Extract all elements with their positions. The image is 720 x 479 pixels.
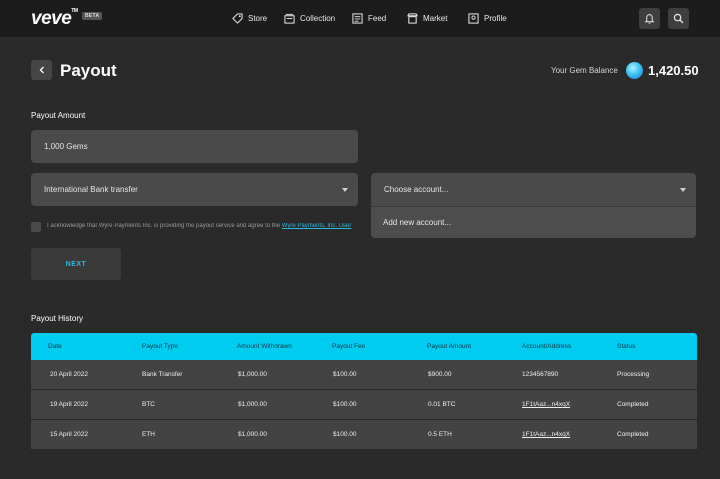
logo-trademark: TM <box>71 8 78 14</box>
gem-balance-label: Your Gem Balance <box>551 66 618 75</box>
table-row[interactable]: 19 April 2022 BTC $1,000.00 $100.00 0.01… <box>31 390 697 420</box>
cell-status: Processing <box>617 371 650 378</box>
notifications-button[interactable] <box>639 8 660 29</box>
table-row[interactable]: 15 April 2022 ETH $1,000.00 $100.00 0.5 … <box>31 420 697 450</box>
column-header-account-address: Account/Address <box>522 343 572 350</box>
chevron-down-icon <box>680 187 686 192</box>
chevron-down-icon <box>342 187 348 192</box>
back-button[interactable] <box>31 60 52 80</box>
cell-amount-withdrawn: $1,000.00 <box>238 401 267 408</box>
nav-store[interactable]: Store <box>232 0 267 37</box>
page-title: Payout <box>60 61 117 80</box>
nav-collection[interactable]: Collection <box>284 0 335 37</box>
payout-method-select[interactable]: International Bank transfer <box>31 173 358 206</box>
cell-status: Completed <box>617 401 649 408</box>
cell-date: 19 April 2022 <box>50 401 88 408</box>
nav-feed[interactable]: Feed <box>352 0 386 37</box>
column-header-payout-fee: Payout Fee <box>332 343 366 350</box>
acknowledge-text: I acknowledge that Wyre Payments Inc. is… <box>47 223 371 229</box>
cell-payout-amount: $900.00 <box>428 371 452 378</box>
collection-icon <box>284 13 295 24</box>
cell-account-address: 1234567890 <box>522 371 559 378</box>
veve-logo[interactable]: veveTM <box>31 8 78 30</box>
top-bar: veveTM BETA Store Collection Feed Market… <box>0 0 720 37</box>
cell-account-address-link[interactable]: 1F1tAaz...n4xqX <box>522 420 570 450</box>
column-header-amount-withdrawn: Amount Withdrawn <box>237 343 292 350</box>
wyre-terms-link[interactable]: Wyre Payments, Inc. User <box>282 223 352 229</box>
next-button[interactable]: NEXT <box>31 248 121 280</box>
cell-payout-type: ETH <box>142 431 155 438</box>
beta-badge: BETA <box>82 12 103 20</box>
search-icon <box>673 13 684 24</box>
cell-payout-fee: $100.00 <box>333 371 357 378</box>
bell-icon <box>644 14 655 24</box>
nav-feed-label: Feed <box>368 14 387 23</box>
profile-icon <box>468 13 479 24</box>
cell-date: 20 April 2022 <box>50 371 88 378</box>
payout-amount-input[interactable]: 1,000 Gems <box>31 130 358 163</box>
column-header-date: Date <box>48 343 62 350</box>
cell-payout-amount: 0.01 BTC <box>428 401 456 408</box>
cell-account-address-link[interactable]: 1F1tAaz...n4xqX <box>522 390 570 420</box>
cell-status: Completed <box>617 431 649 438</box>
tag-icon <box>232 13 243 24</box>
account-select[interactable]: Choose account... <box>371 173 696 206</box>
payout-amount-label: Payout Amount <box>31 111 86 120</box>
nav-collection-label: Collection <box>300 14 336 23</box>
table-header: Date Payout Type Amount Withdrawn Payout… <box>31 333 697 360</box>
add-new-account-option[interactable]: Add new account... <box>371 206 696 238</box>
nav-store-label: Store <box>248 14 268 23</box>
search-button[interactable] <box>668 8 689 29</box>
feed-icon <box>352 13 363 24</box>
nav-profile[interactable]: Profile <box>468 0 507 37</box>
cell-date: 15 April 2022 <box>50 431 88 438</box>
table-row[interactable]: 20 April 2022 Bank Transfer $1,000.00 $1… <box>31 360 697 390</box>
nav-market-label: Market <box>423 14 448 23</box>
acknowledge-checkbox[interactable] <box>31 222 41 232</box>
payout-history-table: Date Payout Type Amount Withdrawn Payout… <box>31 333 697 450</box>
nav-profile-label: Profile <box>484 14 507 23</box>
column-header-status: Status <box>617 343 636 350</box>
cell-payout-type: Bank Transfer <box>142 371 183 378</box>
cell-amount-withdrawn: $1,000.00 <box>238 371 267 378</box>
cell-payout-type: BTC <box>142 401 155 408</box>
payout-history-title: Payout History <box>31 314 84 323</box>
payout-method-value: International Bank transfer <box>44 185 138 194</box>
chevron-left-icon <box>39 66 44 74</box>
logo-text: veve <box>31 8 72 29</box>
cell-amount-withdrawn: $1,000.00 <box>238 431 267 438</box>
column-header-payout-amount: Payout Amount <box>427 343 472 350</box>
cell-payout-fee: $100.00 <box>333 431 357 438</box>
acknowledge-text-body: I acknowledge that Wyre Payments Inc. is… <box>47 223 282 229</box>
cell-payout-amount: 0.5 ETH <box>428 431 452 438</box>
account-select-placeholder: Choose account... <box>384 185 449 194</box>
column-header-payout-type: Payout Type <box>142 343 179 350</box>
gem-icon <box>626 62 643 79</box>
cell-payout-fee: $100.00 <box>333 401 357 408</box>
nav-market[interactable]: Market <box>407 0 447 37</box>
gem-balance-value: 1,420.50 <box>648 63 699 78</box>
market-icon <box>407 13 418 24</box>
